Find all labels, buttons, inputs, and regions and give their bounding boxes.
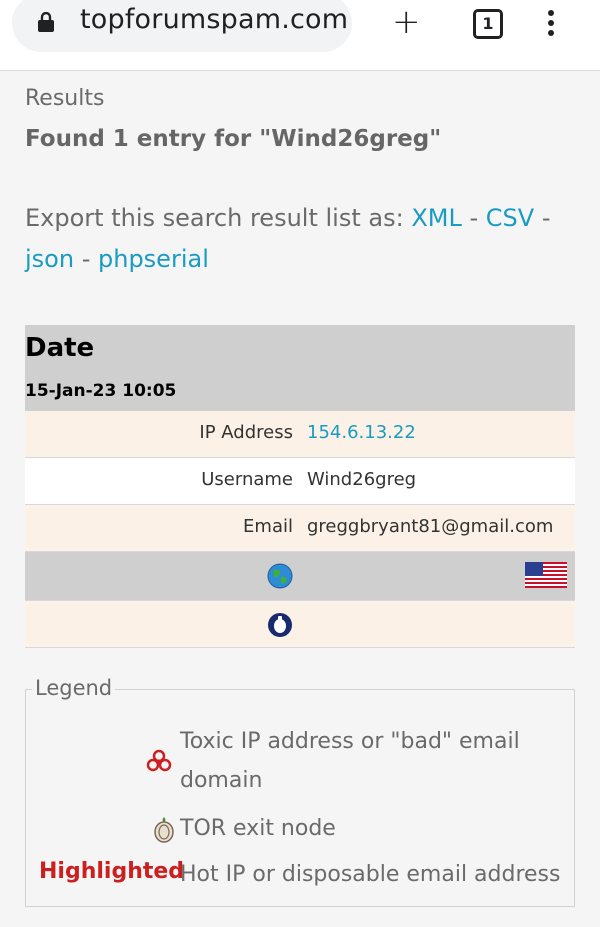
date-value: 15-Jan-23 10:05 bbox=[25, 381, 177, 401]
export-xml-link[interactable]: XML bbox=[411, 204, 462, 232]
biohazard-icon bbox=[146, 749, 172, 772]
browser-toolbar: topforumspam.com + 1 bbox=[0, 0, 600, 71]
globe-icon[interactable] bbox=[267, 563, 293, 589]
found-summary: Found 1 entry for "Wind26greg" bbox=[25, 126, 442, 152]
legend-tor-text: TOR exit node bbox=[180, 816, 336, 841]
export-csv-link[interactable]: CSV bbox=[486, 204, 534, 232]
date-header-row: Date 15-Jan-23 10:05 bbox=[25, 325, 575, 411]
legend-toxic-line2: domain bbox=[180, 768, 263, 793]
us-flag-icon bbox=[525, 562, 567, 588]
separator: - bbox=[74, 245, 98, 273]
separator: - bbox=[461, 204, 486, 232]
url-text: topforumspam.com bbox=[80, 4, 349, 35]
table-row: Email greggbryant81@gmail.com bbox=[25, 505, 575, 552]
table-row: Username Wind26greg bbox=[25, 458, 575, 505]
menu-icon[interactable] bbox=[548, 10, 556, 38]
table-row-tor bbox=[25, 601, 575, 648]
table-row-icons bbox=[25, 552, 575, 601]
email-label: Email bbox=[243, 516, 293, 537]
username-label: Username bbox=[201, 469, 293, 490]
legend-toxic-text: Toxic IP address or "bad" email domain bbox=[180, 722, 560, 800]
result-table: Date 15-Jan-23 10:05 IP Address 154.6.13… bbox=[25, 325, 575, 648]
tor-onion-icon bbox=[154, 817, 174, 843]
tor-icon bbox=[268, 613, 292, 637]
legend-box: Legend Toxic IP address or "bad" email d… bbox=[25, 676, 575, 907]
export-prefix: Export this search result list as: bbox=[25, 204, 404, 232]
ip-link[interactable]: 154.6.13.22 bbox=[307, 422, 416, 443]
address-bar[interactable]: topforumspam.com bbox=[12, 0, 352, 52]
username-value: Wind26greg bbox=[307, 469, 417, 490]
export-links: Export this search result list as: XML -… bbox=[25, 198, 580, 280]
email-value: greggbryant81@gmail.com bbox=[307, 516, 554, 537]
legend-toxic-line1: Toxic IP address or "bad" email bbox=[180, 729, 520, 754]
separator: - bbox=[534, 204, 551, 232]
export-phpserial-link[interactable]: phpserial bbox=[98, 245, 209, 273]
date-header: Date bbox=[25, 333, 95, 363]
lock-icon bbox=[38, 12, 54, 32]
legend-hot-ip-text: Hot IP or disposable email address bbox=[180, 862, 561, 887]
legend-title: Legend bbox=[32, 676, 116, 700]
tab-switcher-button[interactable]: 1 bbox=[473, 9, 503, 39]
new-tab-button[interactable]: + bbox=[392, 5, 421, 39]
ip-label: IP Address bbox=[199, 422, 293, 443]
table-row: IP Address 154.6.13.22 bbox=[25, 411, 575, 458]
legend-highlighted-marker: Highlighted bbox=[39, 859, 185, 884]
export-json-link[interactable]: json bbox=[25, 245, 74, 273]
results-heading: Results bbox=[25, 86, 105, 111]
